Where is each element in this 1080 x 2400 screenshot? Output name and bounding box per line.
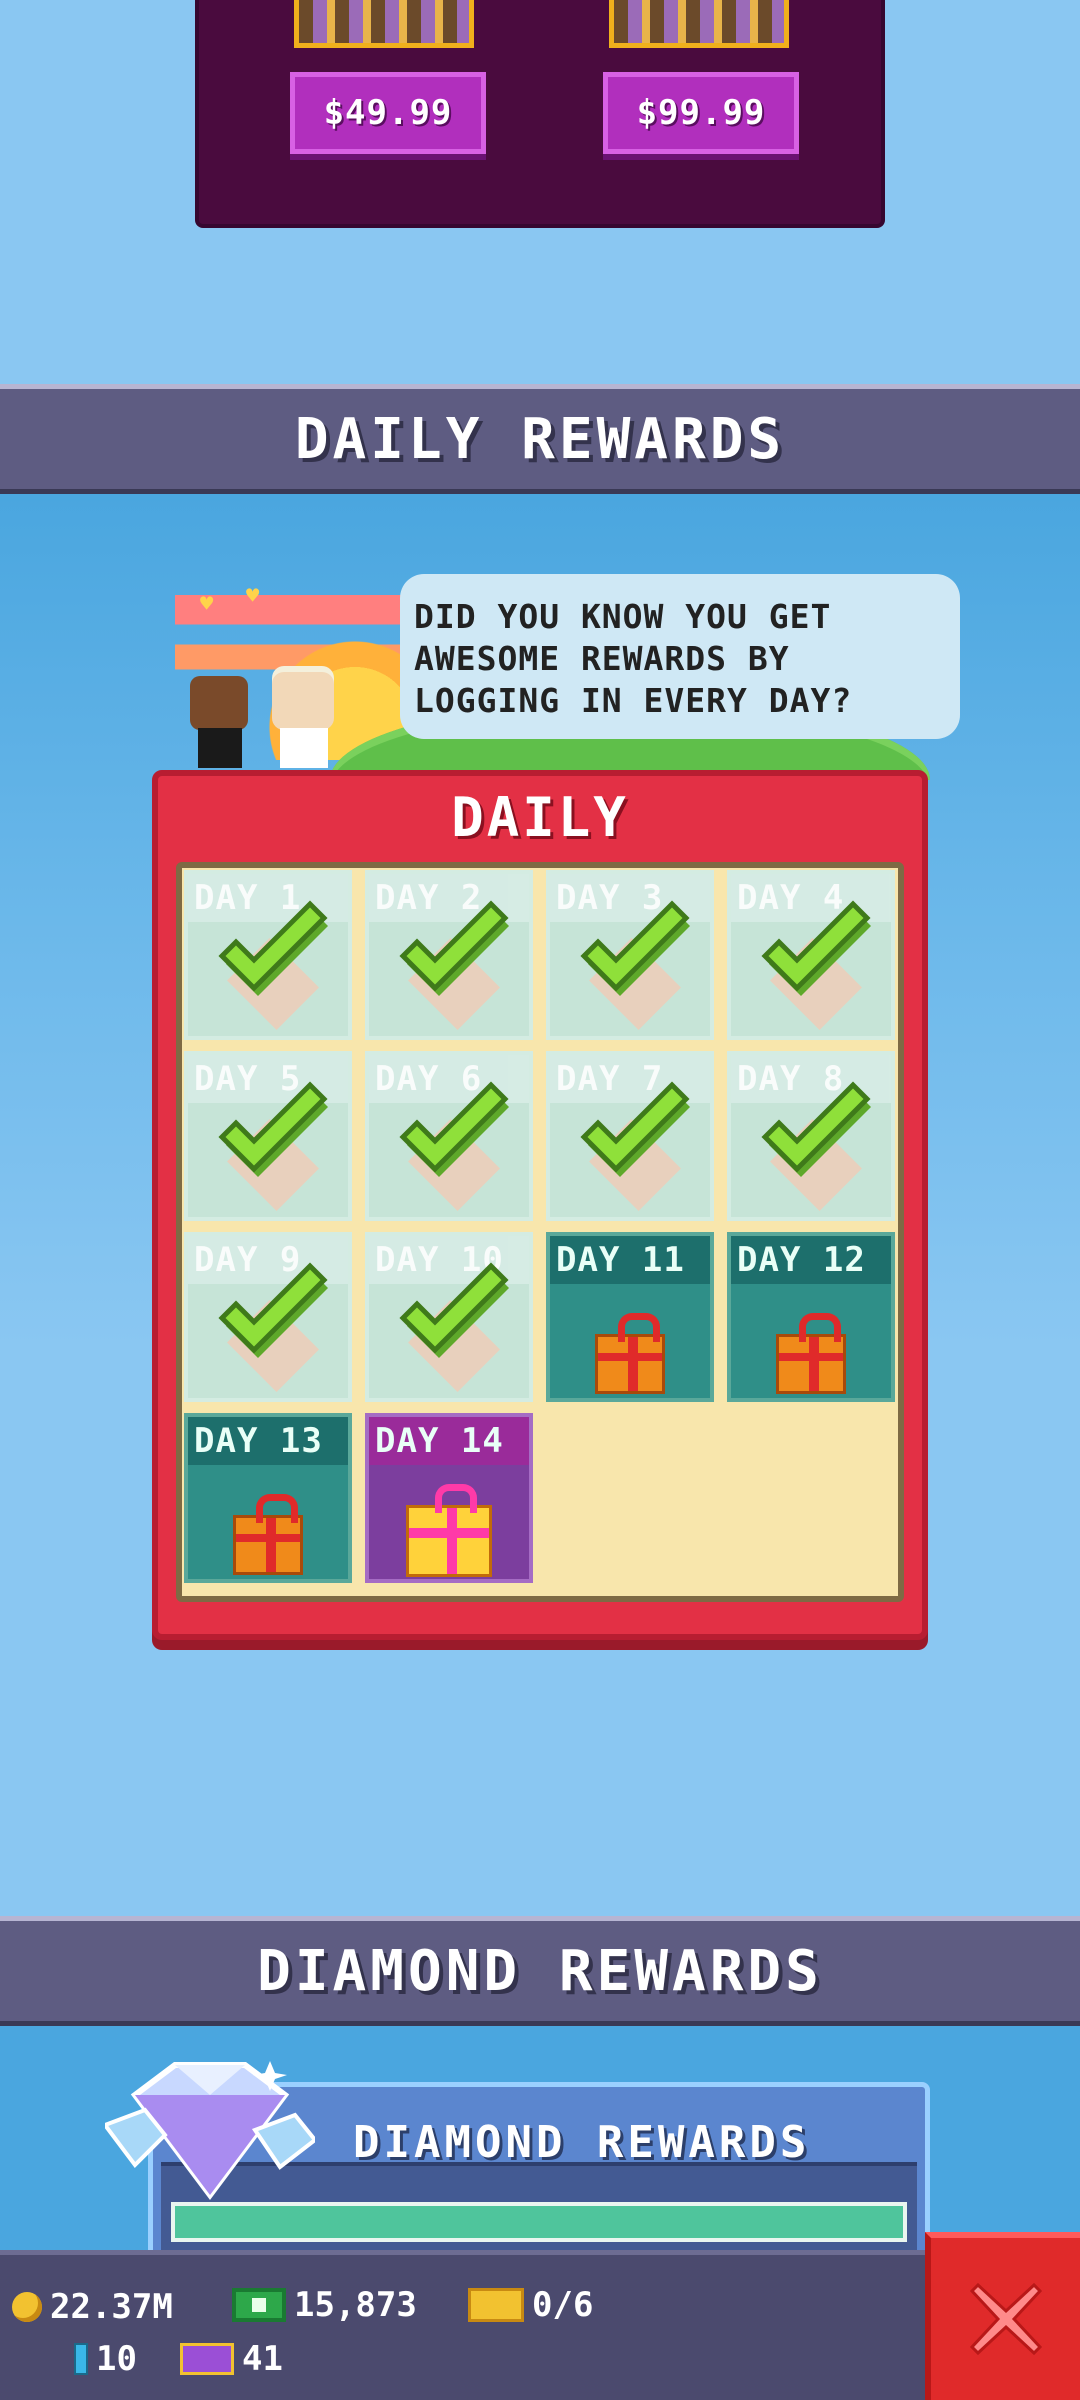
diamond-progress-stripe bbox=[171, 2202, 907, 2242]
gift-icon bbox=[595, 1313, 665, 1394]
checkmark-icon bbox=[379, 1065, 519, 1215]
cards-value: 10 bbox=[96, 2339, 137, 2379]
day-cell[interactable]: DAY 9 bbox=[184, 1232, 352, 1402]
price-button-left[interactable]: $49.99 bbox=[290, 72, 486, 154]
day-cell[interactable]: DAY 6 bbox=[365, 1051, 533, 1221]
day-cell[interactable]: DAY 5 bbox=[184, 1051, 352, 1221]
checkmark-icon bbox=[379, 1246, 519, 1396]
cash-value: 15,873 bbox=[294, 2285, 417, 2325]
pack-image-left bbox=[294, 0, 474, 48]
checkmark-icon bbox=[198, 884, 338, 1034]
checkmark-icon bbox=[198, 1246, 338, 1396]
cash-stat: 15,873 bbox=[232, 2285, 417, 2325]
coin-icon bbox=[12, 2292, 42, 2322]
tickets-stat: 0/6 bbox=[468, 2285, 593, 2325]
diamond-icon bbox=[105, 2061, 315, 2200]
close-icon bbox=[969, 2282, 1042, 2356]
speech-text: DID YOU KNOW YOU GET AWESOME REWARDS BY … bbox=[414, 597, 853, 720]
day-label: DAY 11 bbox=[550, 1236, 710, 1284]
diamond-panel-title: DIAMOND REWARDS bbox=[353, 2117, 811, 2168]
day-cell[interactable]: DAY 7 bbox=[546, 1051, 714, 1221]
checkmark-icon bbox=[560, 1065, 700, 1215]
groom-character-head bbox=[190, 676, 248, 730]
checkmark-icon bbox=[741, 884, 881, 1034]
cards-stat: 10 bbox=[74, 2339, 137, 2379]
daily-card-title: DAILY bbox=[451, 785, 629, 849]
checkmark-icon bbox=[198, 1065, 338, 1215]
day-cell[interactable]: DAY 14 bbox=[365, 1413, 533, 1583]
day-cell[interactable]: DAY 1 bbox=[184, 870, 352, 1040]
currency-bar: 22.37M 15,873 0/6 10 41 bbox=[0, 2250, 925, 2400]
coins-value: 22.37M bbox=[50, 2287, 173, 2327]
diamond-rewards-header: DIAMOND REWARDS bbox=[0, 1916, 1080, 2026]
stars-value: 41 bbox=[242, 2339, 283, 2379]
groom-character-body bbox=[198, 728, 242, 768]
checkmark-icon bbox=[560, 884, 700, 1034]
gift-icon bbox=[776, 1313, 846, 1394]
gift-icon bbox=[233, 1494, 303, 1575]
shop-panel: $49.99 $99.99 bbox=[195, 0, 885, 228]
stars-stat: 41 bbox=[180, 2339, 283, 2379]
coins-stat: 22.37M bbox=[12, 2287, 173, 2327]
day-cell[interactable]: DAY 12 bbox=[727, 1232, 895, 1402]
day-cell[interactable]: DAY 2 bbox=[365, 870, 533, 1040]
ticket-icon bbox=[468, 2288, 524, 2322]
card-icon bbox=[74, 2343, 88, 2375]
price-button-right[interactable]: $99.99 bbox=[603, 72, 799, 154]
speech-bubble: DID YOU KNOW YOU GET AWESOME REWARDS BY … bbox=[400, 574, 960, 739]
pack-image-right bbox=[609, 0, 789, 48]
day-cell[interactable]: DAY 10 bbox=[365, 1232, 533, 1402]
heart-icon: ♥ bbox=[200, 592, 214, 617]
day-cell[interactable]: DAY 8 bbox=[727, 1051, 895, 1221]
day-cell[interactable]: DAY 11 bbox=[546, 1232, 714, 1402]
heart-icon: ♥ bbox=[246, 584, 260, 609]
day-label: DAY 14 bbox=[369, 1417, 529, 1465]
checkmark-icon bbox=[741, 1065, 881, 1215]
day-cell[interactable]: DAY 3 bbox=[546, 870, 714, 1040]
day-label: DAY 13 bbox=[188, 1417, 348, 1465]
checkmark-icon bbox=[379, 884, 519, 1034]
day-label: DAY 12 bbox=[731, 1236, 891, 1284]
bride-character-head bbox=[272, 672, 334, 730]
daily-rewards-header: DAILY REWARDS bbox=[0, 384, 1080, 494]
day-cell[interactable]: DAY 13 bbox=[184, 1413, 352, 1583]
cash-icon bbox=[232, 2288, 286, 2322]
close-button[interactable] bbox=[925, 2232, 1080, 2400]
day-cell[interactable]: DAY 4 bbox=[727, 870, 895, 1040]
bride-character-body bbox=[280, 728, 328, 768]
star-icon bbox=[180, 2343, 234, 2375]
tickets-value: 0/6 bbox=[532, 2285, 594, 2325]
gift-icon bbox=[406, 1484, 492, 1577]
